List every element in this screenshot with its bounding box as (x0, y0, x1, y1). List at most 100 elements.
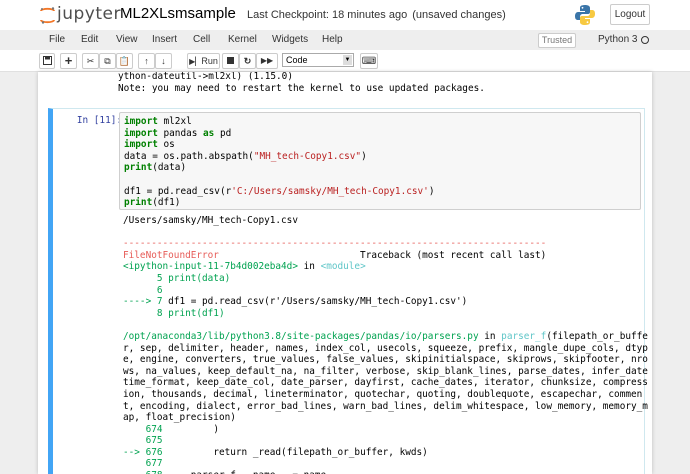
paste-button[interactable]: 📋 (116, 53, 133, 69)
logout-button[interactable]: Logout (610, 4, 650, 25)
arrow-down-icon: ↓ (161, 56, 166, 66)
copy-button[interactable]: ⧉ (99, 53, 116, 69)
output-line: <ipython-input-11-7b4d002eba4d> in <modu… (123, 261, 648, 273)
output-line-token: ion, thousands, decimal, lineterminator,… (123, 388, 643, 400)
run-button[interactable]: ▶▏Run (187, 53, 220, 69)
output-line-token: 8 print(df1) (123, 307, 225, 319)
code-line-token: df1 = pd.read_csv(r (124, 185, 232, 197)
output-line-token: 6 (123, 284, 163, 296)
menu-kernel[interactable]: Kernel (228, 34, 257, 45)
restart-run-all-button[interactable]: ▶▶ (256, 53, 278, 69)
input-prompt: In [11]: (76, 115, 122, 126)
output-line: r, sep, delimiter, header, names, index_… (123, 343, 648, 355)
code-line: df1 = pd.read_csv(r'C:/Users/samsky/MH_t… (124, 186, 434, 198)
code-line-token: ml2xl (157, 116, 192, 127)
output-line-token: 678 (123, 470, 163, 474)
code-line: import ml2xl (124, 116, 434, 128)
code-cell[interactable]: In [11]: import ml2xl import pandas as pd… (48, 108, 648, 474)
code-line-token: import (124, 139, 158, 151)
step-forward-icon: ▶▏ (189, 57, 202, 66)
keyboard-icon: ⌨ (361, 56, 377, 67)
output-line-token: in (478, 330, 502, 342)
output-line: ----------------------------------------… (123, 238, 648, 250)
kernel-idle-icon (641, 36, 649, 44)
unsaved-indicator: (unsaved changes) (412, 9, 506, 21)
insert-cell-button[interactable]: + (60, 53, 77, 69)
trusted-button[interactable]: Trusted (538, 33, 576, 48)
notebook-container[interactable]: ython-dateutil->ml2xl) (1.15.0) Note: you… (38, 72, 652, 474)
output-line-token: /Users/samsky/MH_tech-Copy1.csv (123, 215, 298, 226)
stop-icon (227, 57, 234, 64)
output-line: ion, thousands, decimal, lineterminator,… (123, 389, 648, 401)
jupyter-logo[interactable]: jupyter (40, 4, 130, 26)
cut-button[interactable]: ✂ (82, 53, 99, 69)
code-line-token: (df1) (152, 197, 181, 209)
output-line-token: time_format, keep_date_col, date_parser,… (123, 377, 648, 389)
output-line-token: in (297, 261, 321, 273)
code-line: data = os.path.abspath("MH_tech-Copy1.cs… (124, 151, 434, 163)
command-palette-button[interactable]: ⌨ (360, 53, 378, 69)
code-line: print(data) (124, 162, 434, 174)
menu-view[interactable]: View (116, 34, 138, 45)
output-line: 677 (123, 458, 648, 470)
header: jupyter ML2XLsmsample Last Checkpoint: 1… (0, 0, 690, 30)
output-line-token: --> 676 (123, 446, 163, 458)
arrow-up-icon: ↑ (144, 56, 149, 66)
logo-text: jupyter (57, 4, 121, 24)
output-line-token: 675 (123, 435, 163, 447)
code-line-token: data = os.path.abspath( (124, 150, 254, 162)
output-line: 5 print(data) (123, 273, 648, 285)
output-line: t, encoding, dialect, error_bad_lines, w… (123, 401, 648, 413)
code-line-token: ) (428, 185, 435, 197)
output-line-token: ----------------------------------------… (123, 238, 547, 250)
notebook-title[interactable]: ML2XLsmsample (120, 5, 236, 22)
menu-help[interactable]: Help (322, 34, 343, 45)
menu-widgets[interactable]: Widgets (272, 34, 308, 45)
output-line-token: r, sep, delimiter, header, names, index_… (123, 342, 648, 354)
output-line: FileNotFoundError Traceback (most recent… (123, 250, 648, 262)
output-line: ap, float_precision) (123, 412, 648, 424)
code-line-token: ) (361, 150, 367, 162)
output-line-token: <module> (320, 261, 366, 273)
output-line-token: e, engine, converters, true_values, fals… (123, 354, 648, 366)
kernel-name[interactable]: Python 3 (598, 34, 637, 45)
output-line: 8 print(df1) (123, 308, 648, 320)
save-button[interactable] (39, 53, 55, 69)
restart-button[interactable]: ↻ (239, 53, 256, 69)
checkpoint-text: Last Checkpoint: 18 minutes ago (247, 9, 408, 21)
menu-insert[interactable]: Insert (152, 34, 177, 45)
output-line-token: FileNotFoundError (123, 249, 219, 261)
output-line-token: ws, na_values, keep_default_na, na_filte… (123, 365, 648, 377)
cell-type-select[interactable]: Code ▼ (282, 53, 354, 67)
output-line-token: /opt/anaconda3/lib/python3.8/site-packag… (123, 330, 479, 342)
output-line-token: parser_f (501, 330, 547, 342)
menu-cell[interactable]: Cell (193, 34, 210, 45)
code-line-token: "MH_tech-Copy1.csv" (253, 150, 362, 162)
run-label: Run (201, 56, 218, 66)
output-line: 674 ) (123, 424, 648, 436)
copy-icon: ⧉ (104, 56, 111, 66)
interrupt-button[interactable] (222, 53, 239, 69)
output-line-token: ) (162, 423, 219, 435)
scissors-icon: ✂ (86, 56, 95, 66)
plus-icon: + (64, 53, 73, 68)
code-editor[interactable]: import ml2xl import pandas as pd import os… (119, 112, 641, 210)
previous-cell-output: ython-dateutil->ml2xl) (1.15.0) Note: you… (118, 72, 485, 94)
move-up-button[interactable]: ↑ (138, 53, 155, 69)
code-line: import os (124, 139, 434, 151)
menu-file[interactable]: File (49, 34, 65, 45)
code-line-token: print (124, 197, 153, 209)
menu-edit[interactable]: Edit (81, 34, 98, 45)
output-line: ws, na_values, keep_default_na, na_filte… (123, 366, 648, 378)
cell-output: /Users/samsky/MH_tech-Copy1.csv ---------… (123, 215, 648, 474)
paste-icon: 📋 (118, 56, 131, 66)
output-line-token: Traceback (most recent call last) (218, 249, 547, 261)
move-down-button[interactable]: ↓ (155, 53, 172, 69)
code-line-token: (data) (152, 162, 187, 174)
jupyter-orbit-icon (40, 7, 55, 24)
output-line: --> 676 return _read(filepath_or_buffer,… (123, 447, 648, 459)
code-line-token: 'C:/Users/samsky/MH_tech-Copy1.csv' (231, 185, 429, 197)
code-lines: import ml2xl import pandas as pd import os… (124, 116, 434, 209)
